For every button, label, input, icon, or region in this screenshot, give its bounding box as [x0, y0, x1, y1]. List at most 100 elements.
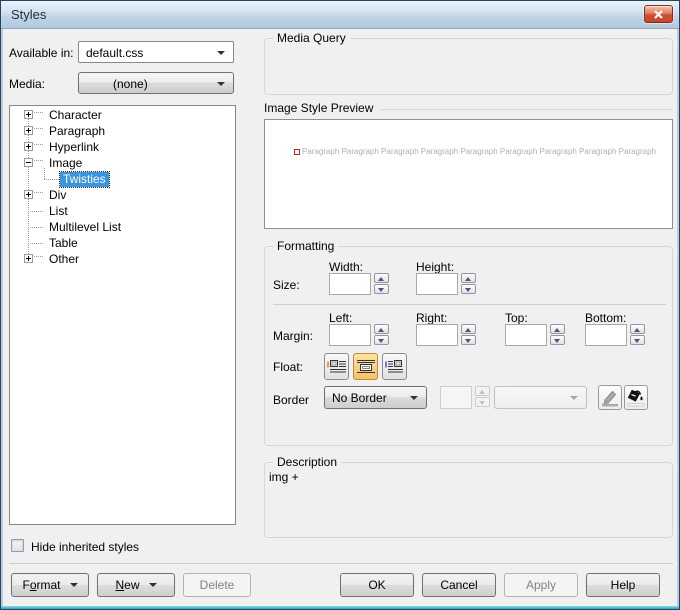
margin-right-stepper[interactable]	[461, 324, 476, 346]
cancel-button-label: Cancel	[440, 578, 477, 592]
tree-item-twisties[interactable]: Twisties	[10, 172, 235, 188]
preview-header: Image Style Preview	[264, 101, 673, 115]
tree-item-list[interactable]: List	[10, 204, 235, 220]
spin-down-icon[interactable]	[630, 335, 645, 345]
title-bar[interactable]: Styles	[1, 1, 679, 29]
spin-up-icon	[475, 386, 490, 396]
media-dropdown[interactable]: (none)	[78, 72, 234, 94]
width-stepper[interactable]	[374, 273, 389, 295]
border-style-dropdown[interactable]: No Border	[324, 386, 427, 409]
border-style-value: No Border	[332, 391, 387, 405]
margin-top-input[interactable]	[505, 324, 547, 346]
height-stepper[interactable]	[461, 273, 476, 295]
spin-down-icon[interactable]	[374, 284, 389, 294]
window-border-bottom	[1, 606, 679, 609]
delete-button-label: Delete	[200, 578, 235, 592]
tree-item-label: Table	[46, 236, 81, 251]
tree-item-label: Image	[46, 156, 85, 171]
broken-image-icon	[294, 149, 300, 155]
ok-button[interactable]: OK	[340, 573, 414, 597]
tree-item-character[interactable]: Character	[10, 108, 235, 124]
spin-up-icon[interactable]	[374, 273, 389, 283]
margin-bottom-stepper[interactable]	[630, 324, 645, 346]
tree-item-other[interactable]: Other	[10, 252, 235, 268]
expand-plus-icon[interactable]	[24, 142, 33, 151]
tree-item-table[interactable]: Table	[10, 236, 235, 252]
spin-up-icon[interactable]	[550, 324, 565, 334]
new-button[interactable]: New	[97, 573, 175, 597]
tree-item-label: Other	[46, 252, 82, 267]
spin-down-icon[interactable]	[550, 335, 565, 345]
spin-down-icon[interactable]	[374, 335, 389, 345]
tree-item-image[interactable]: Image	[10, 156, 235, 172]
expand-plus-icon[interactable]	[24, 254, 33, 263]
tree-item-label: Multilevel List	[46, 220, 124, 235]
description-text: img +	[269, 470, 299, 484]
spin-up-icon[interactable]	[630, 324, 645, 334]
float-none-button[interactable]	[353, 353, 378, 380]
tree-item-multilevel-list[interactable]: Multilevel List	[10, 220, 235, 236]
tree-item-label: Character	[46, 108, 105, 123]
margin-top-label: Top:	[505, 311, 528, 325]
cancel-button[interactable]: Cancel	[422, 573, 496, 597]
format-button[interactable]: Format	[11, 573, 89, 597]
help-button[interactable]: Help	[586, 573, 660, 597]
chevron-down-icon	[70, 583, 78, 587]
margin-right-input[interactable]	[416, 324, 458, 346]
margin-left-input[interactable]	[329, 324, 371, 346]
style-tree[interactable]: Character Paragraph Hyperlink Image Twis…	[9, 105, 236, 525]
tree-item-hyperlink[interactable]: Hyperlink	[10, 140, 235, 156]
margin-top-stepper[interactable]	[550, 324, 565, 346]
tree-item-paragraph[interactable]: Paragraph	[10, 124, 235, 140]
tree-item-label: List	[46, 204, 71, 219]
width-label: Width:	[329, 260, 363, 274]
close-icon	[653, 10, 664, 19]
tree-item-div[interactable]: Div	[10, 188, 235, 204]
expand-plus-icon[interactable]	[24, 190, 33, 199]
border-pen-button[interactable]	[598, 385, 622, 410]
apply-button[interactable]: Apply	[504, 573, 578, 597]
tree-item-label: Paragraph	[46, 124, 108, 139]
border-width-stepper[interactable]	[475, 386, 490, 408]
close-button[interactable]	[644, 5, 673, 23]
preview-title-rule	[380, 109, 673, 110]
background-fill-button[interactable]	[624, 385, 648, 410]
footer-divider	[9, 563, 673, 564]
expand-plus-icon[interactable]	[24, 110, 33, 119]
available-in-dropdown[interactable]: default.css	[78, 41, 234, 63]
float-left-button[interactable]	[324, 353, 349, 380]
float-right-button[interactable]	[382, 353, 407, 380]
spin-up-icon[interactable]	[461, 324, 476, 334]
float-label: Float:	[273, 360, 303, 374]
delete-button[interactable]: Delete	[183, 573, 251, 597]
margin-left-stepper[interactable]	[374, 324, 389, 346]
expand-plus-icon[interactable]	[24, 126, 33, 135]
collapse-minus-icon[interactable]	[24, 158, 33, 167]
float-left-icon	[327, 359, 347, 375]
hide-inherited-checkbox[interactable]	[11, 539, 24, 552]
border-color-dropdown[interactable]	[494, 386, 587, 409]
margin-bottom-input[interactable]	[585, 324, 627, 346]
available-in-value: default.css	[86, 46, 143, 60]
size-margin-divider	[273, 304, 666, 305]
chevron-down-icon	[217, 82, 225, 86]
spin-up-icon[interactable]	[461, 273, 476, 283]
window-border-left	[1, 29, 3, 606]
styles-dialog: Styles Available in: default.css Media: …	[0, 0, 680, 610]
width-input[interactable]	[329, 273, 371, 295]
tree-item-label: Div	[46, 188, 69, 203]
spin-down-icon[interactable]	[461, 284, 476, 294]
description-title: Description	[273, 455, 341, 469]
height-input[interactable]	[416, 273, 458, 295]
tree-item-label-selected: Twisties	[60, 172, 109, 187]
image-style-preview: Paragraph Paragraph Paragraph Paragraph …	[264, 119, 673, 229]
margin-bottom-label: Bottom:	[585, 311, 626, 325]
spin-up-icon[interactable]	[374, 324, 389, 334]
help-button-label: Help	[611, 578, 636, 592]
apply-button-label: Apply	[526, 578, 556, 592]
preview-title: Image Style Preview	[264, 101, 373, 115]
spin-down-icon	[475, 397, 490, 407]
border-width-input[interactable]	[440, 386, 472, 409]
spin-down-icon[interactable]	[461, 335, 476, 345]
margin-right-label: Right:	[416, 311, 447, 325]
